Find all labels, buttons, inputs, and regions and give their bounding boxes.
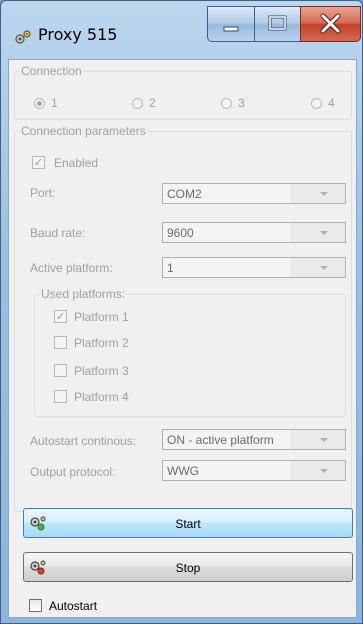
active-platform-label: Active platform:	[30, 261, 113, 275]
platform-3-checkbox[interactable]	[54, 364, 67, 377]
autostart-continuous-label: Autostart continous:	[30, 434, 137, 448]
connection-legend: Connection	[21, 64, 82, 78]
port-value: COM2	[167, 187, 202, 201]
output-protocol-dropdown-arrow[interactable]	[290, 461, 345, 480]
port-select[interactable]: COM2	[162, 183, 346, 204]
port-dropdown-arrow[interactable]	[290, 184, 345, 203]
stop-button[interactable]: Stop	[23, 552, 353, 582]
platform-2-label: Platform 2	[74, 336, 129, 350]
output-protocol-select[interactable]: WWG	[162, 460, 346, 481]
minimize-button[interactable]	[207, 6, 255, 42]
enabled-label: Enabled	[54, 156, 99, 170]
chevron-down-icon	[320, 192, 328, 196]
start-button-label: Start	[175, 517, 201, 531]
port-label: Port:	[30, 186, 56, 200]
stop-button-label: Stop	[175, 561, 201, 575]
connection-radio-3-label: 3	[238, 96, 245, 110]
connection-radio-2-label: 2	[149, 96, 156, 110]
baud-rate-select[interactable]: 9600	[162, 222, 346, 243]
connection-radio-3[interactable]	[221, 98, 232, 109]
chevron-down-icon	[320, 469, 328, 473]
active-platform-dropdown-arrow[interactable]	[290, 258, 345, 277]
autostart-continuous-select[interactable]: ON - active platform	[162, 429, 346, 450]
chevron-down-icon	[320, 231, 328, 235]
platform-1-label: Platform 1	[74, 310, 129, 324]
maximize-button[interactable]	[254, 6, 301, 42]
title-bar[interactable]: Proxy 515	[1, 1, 362, 59]
baud-rate-value: 9600	[167, 226, 194, 240]
output-protocol-label: Output protocol:	[30, 465, 116, 479]
minimize-icon	[223, 26, 239, 32]
connection-radio-4[interactable]	[311, 98, 322, 109]
client-area: Connection 1 2 3 4 Connection parameters…	[8, 59, 357, 618]
autostart-label: Autostart	[49, 599, 98, 613]
baud-rate-label: Baud rate:	[30, 226, 86, 240]
gears-icon	[15, 30, 31, 44]
chevron-down-icon	[320, 266, 328, 270]
active-platform-value: 1	[167, 261, 174, 275]
platform-1-checkbox[interactable]: ✓	[54, 310, 67, 323]
maximize-icon	[268, 15, 287, 31]
close-button[interactable]	[300, 6, 361, 42]
enabled-checkbox[interactable]: ✓	[32, 156, 45, 169]
connection-radio-1-label: 1	[51, 96, 58, 110]
output-protocol-value: WWG	[167, 464, 199, 478]
platform-4-label: Platform 4	[74, 390, 129, 404]
window-title: Proxy 515	[38, 25, 118, 44]
chevron-down-icon	[320, 438, 328, 442]
autostart-continuous-dropdown-arrow[interactable]	[290, 430, 345, 449]
autostart-continuous-value: ON - active platform	[167, 433, 274, 447]
connection-radio-4-label: 4	[328, 96, 335, 110]
autostart-checkbox[interactable]	[29, 599, 42, 612]
start-button[interactable]: Start	[23, 508, 353, 538]
connection-radio-2[interactable]	[132, 98, 143, 109]
connection-parameters-legend: Connection parameters	[21, 124, 146, 138]
connection-radio-1[interactable]	[34, 98, 45, 109]
baud-rate-dropdown-arrow[interactable]	[290, 223, 345, 242]
connection-group: Connection	[14, 64, 352, 120]
close-icon	[320, 13, 341, 34]
used-platforms-legend: Used platforms:	[41, 287, 126, 301]
platform-3-label: Platform 3	[74, 364, 129, 378]
app-window: Proxy 515 Connection 1 2 3 4 Connection …	[0, 0, 363, 624]
platform-2-checkbox[interactable]	[54, 336, 67, 349]
active-platform-select[interactable]: 1	[162, 257, 346, 278]
platform-4-checkbox[interactable]	[54, 390, 67, 403]
